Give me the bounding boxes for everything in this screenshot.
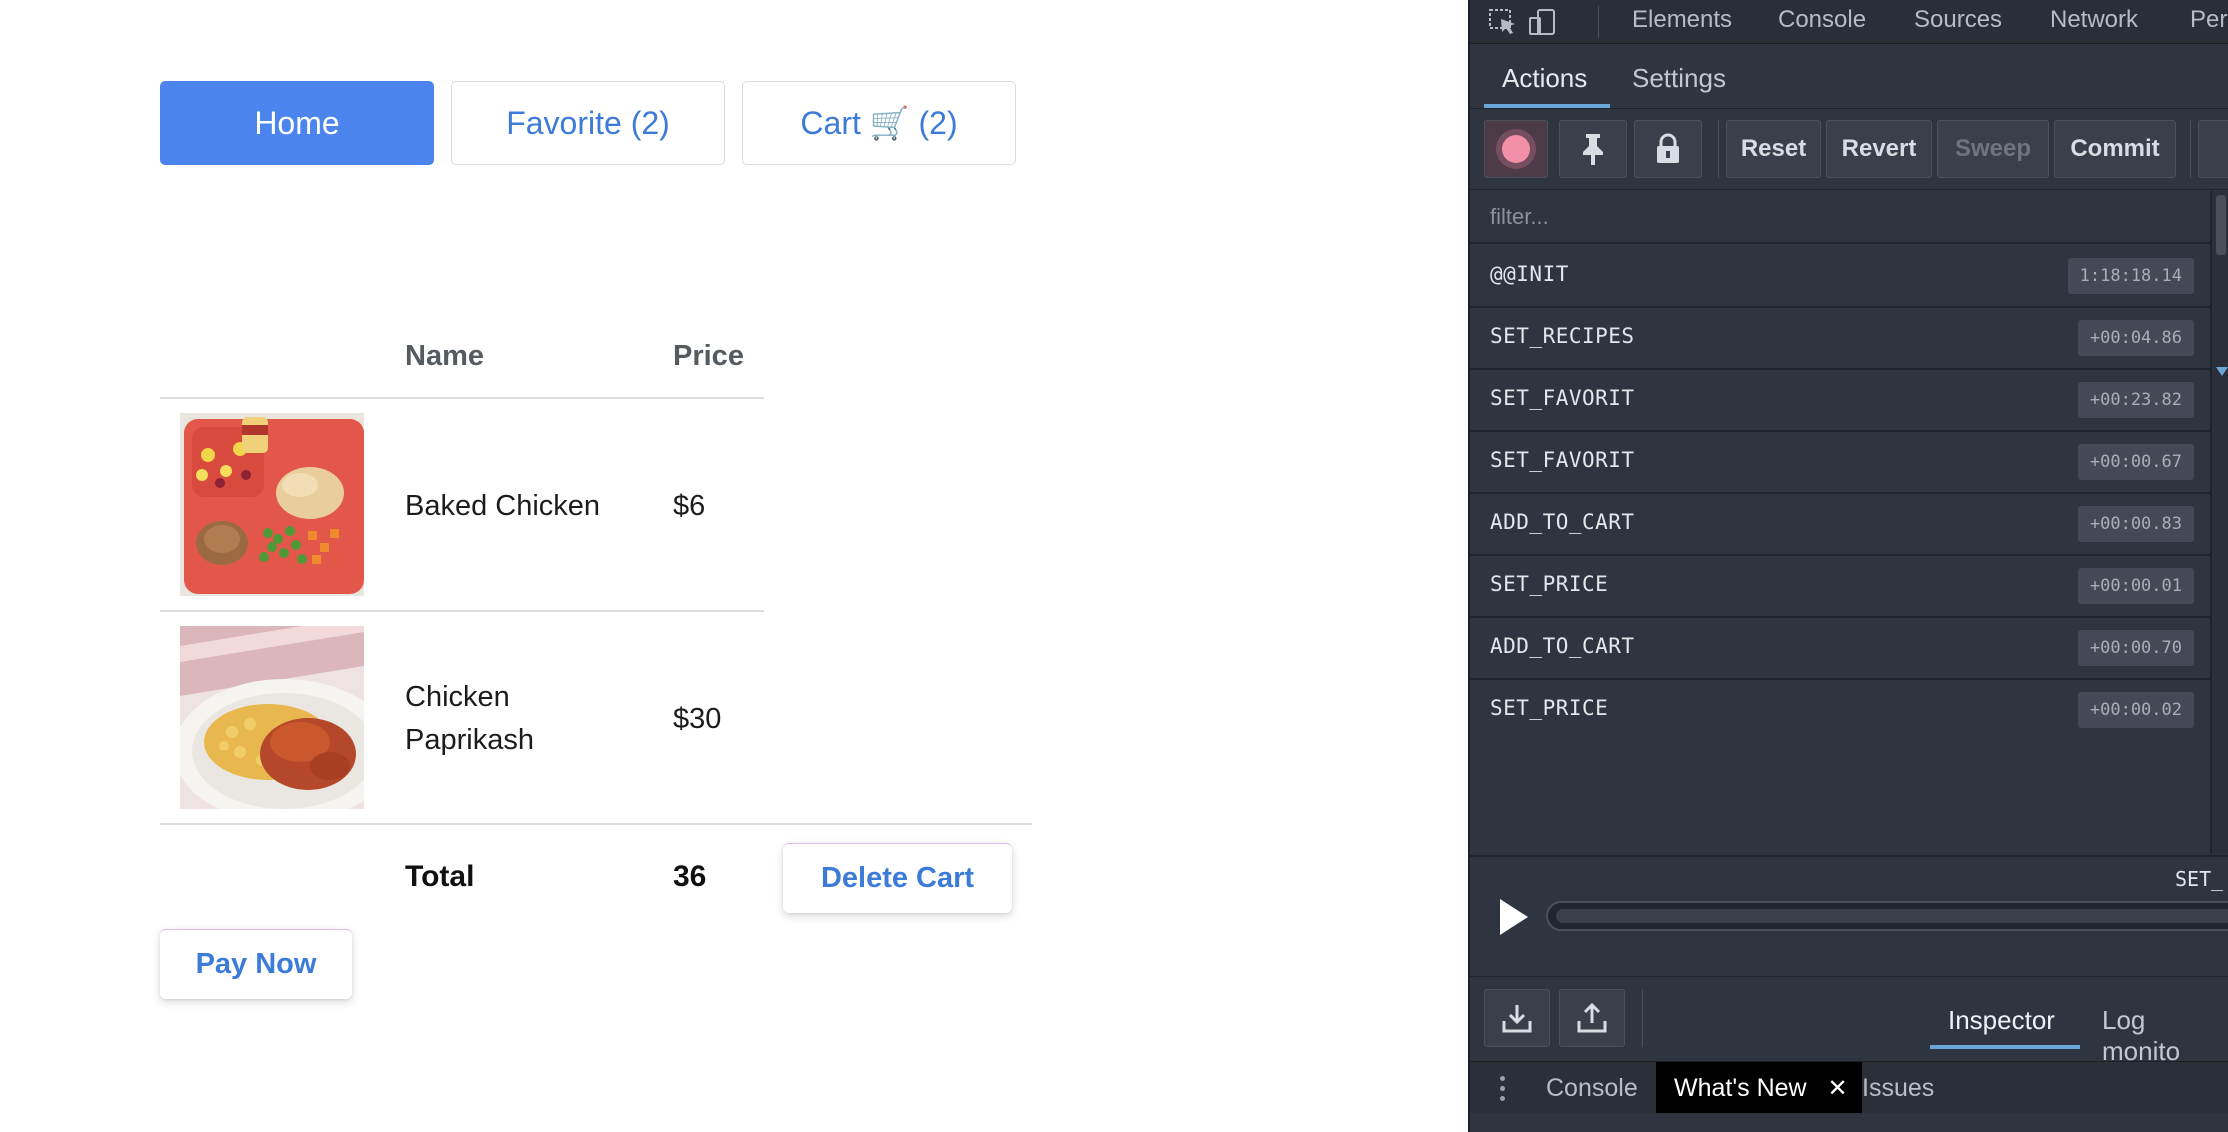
action-row[interactable]: SET_PRICE +00:00.01 [1470,556,2210,618]
action-list-scrollbar[interactable] [2210,191,2228,854]
slider-inner-track [1556,909,2228,923]
drawer-tab-console[interactable]: Console [1546,1074,1638,1103]
active-tab-indicator [1484,104,1610,108]
action-name: SET_FAVORIT [1490,386,1635,410]
export-button[interactable] [1559,989,1625,1047]
recipe-app: Home Favorite (2) Cart 🛒 (2) Name Price [0,0,1468,1132]
overflow-button[interactable] [2198,120,2228,178]
column-header-name: Name [405,340,484,372]
action-name: SET_PRICE [1490,572,1609,596]
action-time: +00:23.82 [2077,382,2194,418]
tab-log-monitor[interactable]: Log monito [2102,1005,2228,1067]
close-icon[interactable]: ✕ [1828,1075,1848,1102]
tab-performance[interactable]: Perf [2190,6,2228,34]
delete-cart-button[interactable]: Delete Cart [783,843,1012,913]
scroll-thumb[interactable] [2216,195,2226,255]
upload-icon [1577,1002,1607,1033]
column-header-price: Price [673,340,744,372]
chicken-paprikash-image [180,626,364,809]
lock-icon [1657,133,1679,163]
table-divider [160,397,764,399]
sweep-button[interactable]: Sweep [1937,120,2049,178]
total-label: Total [405,860,475,893]
action-name: SET_RECIPES [1490,324,1635,348]
home-button[interactable]: Home [160,81,434,165]
action-time: +00:00.67 [2077,444,2194,480]
action-time: +00:00.70 [2077,630,2194,666]
action-name: @@INIT [1490,262,1569,286]
action-name: ADD_TO_CART [1490,510,1635,534]
play-button[interactable] [1500,899,1528,935]
commit-button[interactable]: Commit [2054,120,2176,178]
tab-console[interactable]: Console [1778,6,1866,34]
slider-action-label: SET_ [2175,867,2224,891]
toolbar-separator [1718,120,1719,178]
devtools-panel: Elements Console Sources Network Perf Ac… [1468,0,2228,1132]
action-name: SET_FAVORIT [1490,448,1635,472]
tab-sources[interactable]: Sources [1914,6,2002,34]
more-options-icon[interactable] [1500,1076,1506,1102]
drawer-content [1470,1113,2228,1132]
bottom-toolbar: Inspector Log monito [1470,976,2228,1066]
row-divider [160,610,764,612]
tab-network[interactable]: Network [2050,6,2138,34]
action-time: +00:00.02 [2077,692,2194,728]
scroll-arrow-icon [2216,367,2228,376]
action-name: ADD_TO_CART [1490,634,1635,658]
item-price: $30 [673,703,722,735]
revert-button[interactable]: Revert [1826,120,1932,178]
active-tab-indicator [1930,1045,2080,1049]
action-time: 1:18:18.14 [2067,258,2194,294]
action-row[interactable]: @@INIT 1:18:18.14 [1470,246,2210,308]
drawer-tab-issues[interactable]: Issues [1862,1074,1934,1103]
device-toolbar-icon[interactable] [1528,8,1558,36]
pin-button[interactable] [1559,120,1627,178]
tab-elements[interactable]: Elements [1632,6,1732,34]
download-icon [1502,1005,1532,1033]
tab-separator [1598,6,1599,38]
cart-button[interactable]: Cart 🛒 (2) [742,81,1016,165]
inspect-element-icon[interactable] [1488,8,1518,36]
reset-button[interactable]: Reset [1726,120,1821,178]
pay-now-button[interactable]: Pay Now [160,929,352,999]
pin-icon [1583,134,1603,165]
action-row[interactable]: SET_RECIPES +00:04.86 [1470,308,2210,370]
action-toolbar: Reset Revert Sweep Commit [1470,110,2228,190]
slider-panel: SET_ [1470,855,2228,975]
favorite-button[interactable]: Favorite (2) [451,81,725,165]
tab-inspector[interactable]: Inspector [1948,1005,2055,1036]
tab-settings[interactable]: Settings [1632,63,1726,94]
action-time: +00:00.83 [2077,506,2194,542]
drawer-tab-whats-new[interactable]: What's New ✕ [1656,1062,1862,1114]
timeline-slider[interactable] [1546,901,2228,931]
lock-button[interactable] [1634,120,1702,178]
action-row[interactable]: SET_PRICE +00:00.02 [1470,680,2210,742]
monitor-tab-bar: Actions Settings [1470,45,2228,109]
toolbar-separator [2190,120,2191,178]
action-row[interactable]: SET_FAVORIT +00:23.82 [1470,370,2210,432]
item-name: Baked Chicken [405,490,601,522]
record-button[interactable] [1484,120,1548,178]
import-button[interactable] [1484,989,1550,1047]
item-price: $6 [673,490,706,522]
record-icon [1502,135,1530,163]
action-row[interactable]: SET_FAVORIT +00:00.67 [1470,432,2210,494]
filter-input[interactable]: filter... [1470,191,2210,244]
drawer-tab-bar: Console What's New ✕ Issues [1470,1061,2228,1114]
toolbar-separator [1642,989,1643,1047]
total-value: 36 [673,860,707,893]
devtools-tab-bar: Elements Console Sources Network Perf [1470,0,2228,44]
action-time: +00:00.01 [2077,568,2194,604]
tab-actions[interactable]: Actions [1502,63,1587,94]
drawer-tab-label: What's New [1674,1074,1807,1102]
action-name: SET_PRICE [1490,696,1609,720]
action-row[interactable]: ADD_TO_CART +00:00.70 [1470,618,2210,680]
baked-chicken-image [180,413,364,596]
action-time: +00:04.86 [2077,320,2194,356]
row-divider [160,823,1032,825]
item-name: Chicken Paprikash [405,681,534,756]
action-row[interactable]: ADD_TO_CART +00:00.83 [1470,494,2210,556]
